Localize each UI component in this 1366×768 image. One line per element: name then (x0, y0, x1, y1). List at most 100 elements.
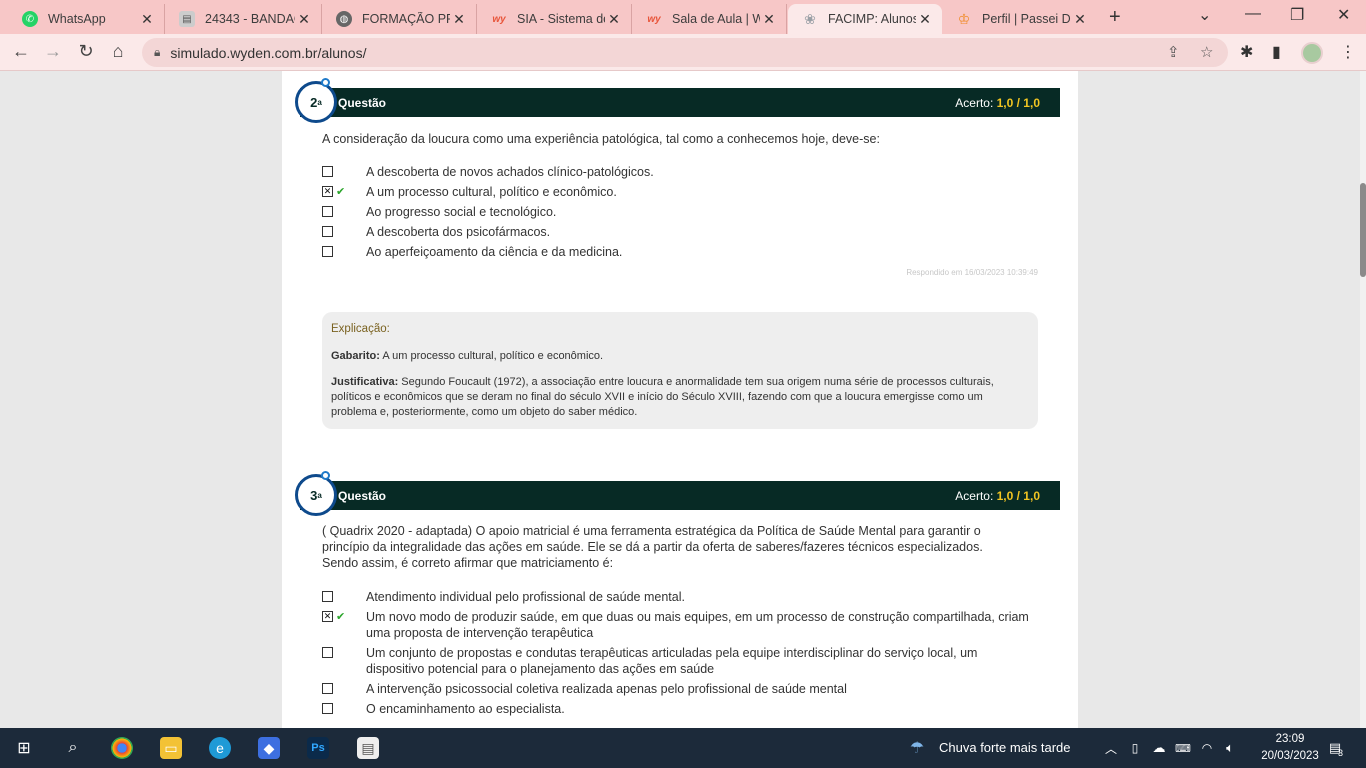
tab-label: FACIMP: Alunos (828, 12, 916, 26)
question-title: Questão (338, 95, 387, 110)
checkbox[interactable] (322, 166, 333, 177)
menu-icon[interactable]: ⋮ (1340, 42, 1356, 62)
checkbox-checked[interactable]: ✕ (322, 186, 333, 197)
tab-formacao[interactable]: ◍ FORMAÇÃO PRO ✕ (322, 4, 477, 34)
search-icon[interactable]: ⌕ (62, 737, 84, 759)
badge-ornament (321, 471, 330, 480)
answer-option[interactable]: A descoberta de novos achados clínico-pa… (322, 164, 1036, 180)
new-tab-button[interactable]: + (1109, 6, 1121, 29)
option-text: A descoberta de novos achados clínico-pa… (366, 165, 654, 179)
document-icon: ▤ (179, 11, 195, 27)
scrollbar-thumb[interactable] (1360, 183, 1366, 277)
home-button[interactable]: ⌂ (107, 41, 129, 62)
windows-start-icon[interactable]: ⊞ (13, 737, 35, 759)
wy-logo-icon: wy (492, 13, 506, 25)
answer-option[interactable]: O encaminhamento ao especialista. (322, 701, 1036, 717)
question-ordinal: a (317, 490, 322, 500)
clock-date: 20/03/2023 (1261, 750, 1319, 762)
tab-sala-de-aula[interactable]: wy Sala de Aula | Wy ✕ (632, 4, 787, 34)
answer-option[interactable]: Ao aperfeiçoamento da ciência e da medic… (322, 244, 1036, 260)
weather-rain-icon[interactable]: ☂ (906, 737, 928, 759)
browser-toolbar: ← → ↻ ⌂ 🔒︎ simulado.wyden.com.br/alunos/… (0, 34, 1366, 71)
show-hidden-icons-chevron[interactable]: ︿ (1100, 737, 1122, 759)
tab-facimp-alunos[interactable]: ❀ FACIMP: Alunos ✕ (788, 4, 942, 34)
device-icon[interactable]: ▯ (1124, 737, 1146, 759)
reload-button[interactable]: ↻ (75, 41, 97, 62)
answer-option-selected[interactable]: ✕ ✔ A um processo cultural, político e ec… (322, 184, 1036, 200)
extensions-icon[interactable]: ✱ (1240, 42, 1253, 62)
weather-text[interactable]: Chuva forte mais tarde (939, 740, 1071, 755)
score-label: Acerto: (955, 95, 994, 110)
answer-option[interactable]: Ao progresso social e tecnológico. (322, 204, 1036, 220)
checkbox[interactable] (322, 647, 333, 658)
question-header: Questão Acerto: 1,0 / 1,0 (300, 481, 1060, 510)
tab-label: SIA - Sistema de (517, 12, 605, 26)
tab-label: 24343 - BANDAG (205, 12, 295, 26)
address-bar[interactable]: 🔒︎ simulado.wyden.com.br/alunos/ (142, 38, 1228, 67)
close-tab-icon[interactable]: ✕ (138, 11, 156, 28)
minimize-button[interactable]: — (1245, 5, 1261, 23)
copilot-icon[interactable]: ◆ (258, 737, 280, 759)
tab-label: FORMAÇÃO PRO (362, 12, 450, 26)
back-button[interactable]: ← (10, 41, 32, 62)
page-scrollbar[interactable] (1360, 71, 1366, 728)
answer-option[interactable]: A descoberta dos psicofármacos. (322, 224, 1036, 240)
close-window-button[interactable]: ✕ (1337, 5, 1350, 25)
tab-label: Perfil | Passei Dire (982, 12, 1071, 26)
close-tab-icon[interactable]: ✕ (295, 11, 313, 28)
answer-option[interactable]: Atendimento individual pelo profissional… (322, 589, 1036, 605)
volume-icon[interactable]: 🔈︎ (1219, 737, 1241, 759)
option-text: O encaminhamento ao especialista. (366, 702, 565, 716)
explanation-title: Explicação: (331, 323, 390, 335)
forward-button[interactable]: → (42, 41, 64, 62)
profile-avatar[interactable] (1301, 42, 1323, 64)
answered-timestamp: Respondido em 16/03/2023 10:39:49 (906, 268, 1038, 277)
checkbox[interactable] (322, 703, 333, 714)
photoshop-icon[interactable]: Ps (307, 737, 329, 759)
checkbox-checked[interactable]: ✕ (322, 611, 333, 622)
answer-option-selected[interactable]: ✕ ✔ Um novo modo de produzir saúde, em qu… (322, 609, 1036, 641)
tab-bandag[interactable]: ▤ 24343 - BANDAG ✕ (165, 4, 322, 34)
onedrive-cloud-icon[interactable]: ☁ (1148, 737, 1170, 759)
question-statement: A consideração da loucura como uma exper… (322, 132, 880, 146)
close-tab-icon[interactable]: ✕ (760, 11, 778, 28)
option-text: Um conjunto de propostas e condutas tera… (366, 646, 978, 676)
tab-sia[interactable]: wy SIA - Sistema de ✕ (477, 4, 632, 34)
tab-search-chevron-icon[interactable]: ⌄ (1198, 5, 1211, 25)
brain-icon: ❀ (804, 10, 816, 27)
answer-option[interactable]: Um conjunto de propostas e condutas tera… (322, 645, 1036, 677)
side-panel-icon[interactable]: ▮ (1272, 42, 1281, 62)
close-tab-icon[interactable]: ✕ (916, 11, 934, 28)
checkbox[interactable] (322, 591, 333, 602)
score-value: 1,0 / 1,0 (996, 488, 1040, 503)
browser-tab-strip: ✆ WhatsApp ✕ ▤ 24343 - BANDAG ✕ ◍ FORMAÇ… (0, 0, 1366, 34)
correct-check-icon: ✔ (336, 611, 346, 623)
close-tab-icon[interactable]: ✕ (1071, 11, 1089, 28)
share-icon[interactable]: ⇪ (1167, 43, 1180, 61)
checkbox[interactable] (322, 246, 333, 257)
chrome-icon[interactable] (111, 737, 133, 759)
tab-passei-direto[interactable]: ♔ Perfil | Passei Dire ✕ (942, 4, 1097, 34)
close-tab-icon[interactable]: ✕ (450, 11, 468, 28)
score-label: Acerto: (955, 488, 994, 503)
system-clock[interactable]: 23:09 20/03/2023 (1258, 731, 1322, 765)
option-text: A um processo cultural, político e econô… (366, 185, 617, 199)
checkbox[interactable] (322, 206, 333, 217)
answer-option[interactable]: A intervenção psicossocial coletiva real… (322, 681, 1036, 697)
notepad-icon[interactable]: ▤ (357, 737, 379, 759)
notification-count: 3 (1338, 748, 1344, 758)
checkbox[interactable] (322, 683, 333, 694)
wifi-icon[interactable]: ◠ (1196, 737, 1218, 759)
keyboard-icon[interactable]: ⌨ (1172, 737, 1194, 759)
bookmark-star-icon[interactable]: ☆ (1200, 43, 1213, 61)
tab-whatsapp[interactable]: ✆ WhatsApp ✕ (8, 4, 165, 34)
question-statement: ( Quadrix 2020 - adaptada) O apoio matri… (322, 524, 983, 570)
edge-icon[interactable]: e (209, 737, 231, 759)
globe-icon: ◍ (336, 11, 352, 27)
file-explorer-icon[interactable]: ▭ (160, 737, 182, 759)
checkbox[interactable] (322, 226, 333, 237)
score-display: Acerto: 1,0 / 1,0 (955, 489, 1040, 503)
maximize-button[interactable]: ❐ (1290, 5, 1304, 25)
close-tab-icon[interactable]: ✕ (605, 11, 623, 28)
correct-check-icon: ✔ (336, 186, 346, 198)
